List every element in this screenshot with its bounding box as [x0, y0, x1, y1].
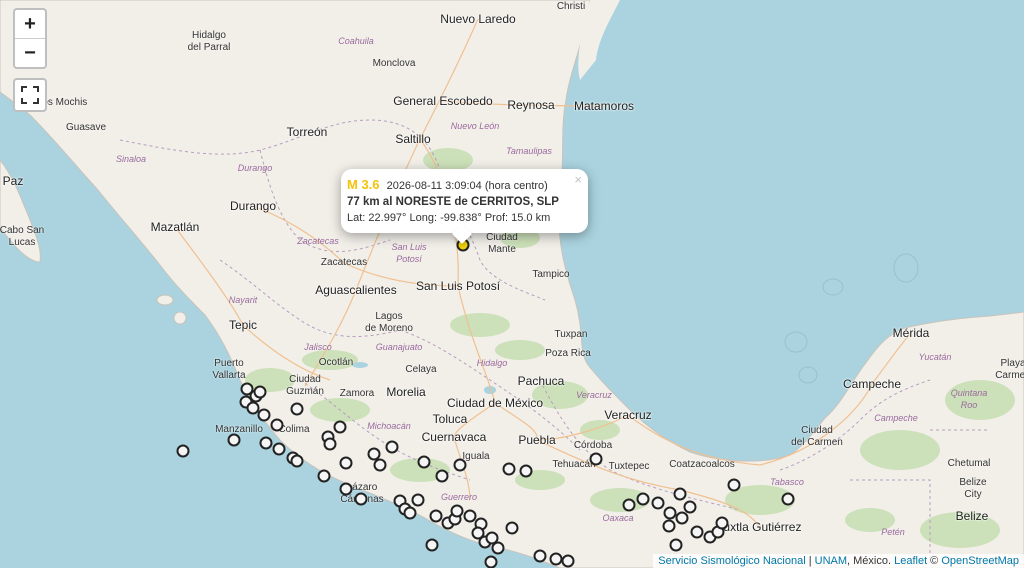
- earthquake-marker[interactable]: [339, 456, 353, 470]
- earthquake-marker[interactable]: [411, 493, 425, 507]
- earthquake-marker[interactable]: [683, 500, 697, 514]
- attribution-link-ssn[interactable]: Servicio Sismológico Nacional: [658, 555, 805, 567]
- earthquake-marker[interactable]: [435, 469, 449, 483]
- earthquake-marker[interactable]: [176, 444, 190, 458]
- earthquake-marker[interactable]: [519, 464, 533, 478]
- zoom-control: + −: [13, 8, 47, 69]
- coordinates: Lat: 22.997° Long: -99.838° Prof: 15.0 k…: [347, 212, 551, 224]
- earthquake-marker[interactable]: [651, 496, 665, 510]
- earthquake-marker[interactable]: [403, 506, 417, 520]
- islands: [156, 294, 187, 325]
- earthquake-marker[interactable]: [450, 504, 464, 518]
- earthquake-marker[interactable]: [690, 525, 704, 539]
- earthquake-marker[interactable]: [373, 458, 387, 472]
- earthquake-marker[interactable]: [715, 516, 729, 530]
- attribution-text: , México.: [847, 555, 895, 567]
- earthquake-marker[interactable]: [323, 437, 337, 451]
- earthquake-marker[interactable]: [669, 538, 683, 552]
- earthquake-marker[interactable]: [290, 402, 304, 416]
- land-baja: [0, 159, 41, 263]
- zoom-in-button[interactable]: +: [15, 10, 45, 38]
- earthquake-marker[interactable]: [662, 519, 676, 533]
- earthquake-marker[interactable]: [257, 408, 271, 422]
- earthquake-marker[interactable]: [272, 442, 286, 456]
- basemap: [0, 0, 1024, 568]
- map-view[interactable]: Christi Nuevo Laredo Hidalgo del Parral Coa…: [0, 0, 1024, 568]
- earthquake-marker[interactable]: [253, 385, 267, 399]
- earthquake-marker[interactable]: [505, 521, 519, 535]
- attribution-link-osm[interactable]: OpenStreetMap: [941, 555, 1019, 567]
- earthquake-marker[interactable]: [339, 482, 353, 496]
- attribution-sep2: ©: [927, 555, 942, 567]
- attribution-link-unam[interactable]: UNAM: [815, 555, 847, 567]
- earthquake-marker[interactable]: [781, 492, 795, 506]
- attribution-link-leaflet[interactable]: Leaflet: [894, 555, 927, 567]
- earthquake-marker[interactable]: [354, 492, 368, 506]
- earthquake-marker[interactable]: [227, 433, 241, 447]
- earthquake-marker[interactable]: [385, 440, 399, 454]
- earthquake-marker[interactable]: [622, 498, 636, 512]
- datetime: 2026-08-11 3:09:04 (hora centro): [386, 180, 548, 192]
- earthquake-marker[interactable]: [549, 552, 563, 566]
- earthquake-marker[interactable]: [317, 469, 331, 483]
- earthquake-marker[interactable]: [429, 509, 443, 523]
- earthquake-marker[interactable]: [425, 538, 439, 552]
- earthquake-marker[interactable]: [333, 420, 347, 434]
- fullscreen-icon: [21, 86, 39, 104]
- place: 77 km al NORESTE de CERRITOS, SLP: [347, 196, 559, 208]
- attribution: Servicio Sismológico Nacional | UNAM, Mé…: [653, 554, 1024, 568]
- earthquake-marker[interactable]: [727, 478, 741, 492]
- earthquake-popup: × M 3.6 2026-08-11 3:09:04 (hora centro)…: [341, 169, 588, 244]
- magnitude: M 3.6: [347, 177, 380, 192]
- earthquake-marker[interactable]: [290, 454, 304, 468]
- earthquake-marker[interactable]: [259, 436, 273, 450]
- earthquake-marker[interactable]: [270, 418, 284, 432]
- popup-close-button[interactable]: ×: [574, 172, 582, 187]
- attribution-sep: |: [805, 555, 815, 567]
- earthquake-marker[interactable]: [417, 455, 431, 469]
- zoom-out-button[interactable]: −: [15, 38, 45, 67]
- earthquake-marker[interactable]: [675, 511, 689, 525]
- earthquake-marker[interactable]: [502, 462, 516, 476]
- earthquake-marker[interactable]: [453, 458, 467, 472]
- earthquake-marker[interactable]: [673, 487, 687, 501]
- earthquake-marker[interactable]: [589, 452, 603, 466]
- earthquake-marker[interactable]: [533, 549, 547, 563]
- land-mexico: [0, 0, 1024, 568]
- popup-header: M 3.6 2026-08-11 3:09:04 (hora centro): [347, 177, 548, 192]
- earthquake-marker[interactable]: [636, 492, 650, 506]
- fullscreen-button[interactable]: [13, 78, 47, 112]
- earthquake-marker[interactable]: [491, 541, 505, 555]
- earthquake-marker[interactable]: [484, 555, 498, 568]
- earthquake-marker[interactable]: [561, 554, 575, 568]
